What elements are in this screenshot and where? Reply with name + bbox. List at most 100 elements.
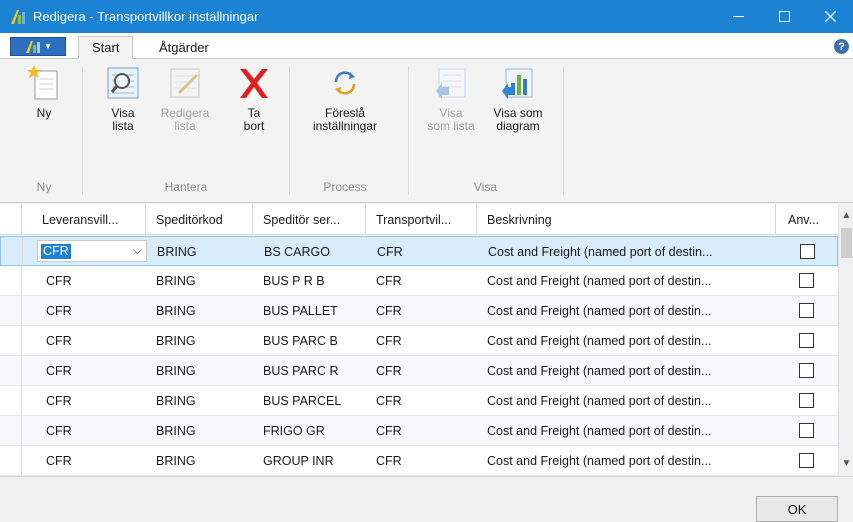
table-row[interactable]: CFR BRING FRIGO GR CFR Cost and Freight (nam…: [0, 416, 838, 446]
table-row[interactable]: CFR BRING BUS P R B CFR Cost and Freight (na…: [0, 266, 838, 296]
cell-transport-terms[interactable]: CFR: [366, 386, 477, 415]
use-checkbox[interactable]: [799, 423, 814, 438]
column-header-delivery-terms[interactable]: Leveransvill...: [22, 204, 146, 235]
close-button[interactable]: [807, 0, 853, 33]
ok-button[interactable]: OK: [756, 496, 838, 522]
cell-delivery-terms[interactable]: CFR: [36, 326, 146, 355]
row-selector[interactable]: [1, 237, 23, 266]
cell-description[interactable]: Cost and Freight (named port of destin..…: [478, 237, 777, 266]
cell-carrier-service[interactable]: BUS PARCEL: [253, 386, 366, 415]
table-row[interactable]: CFR BRING BUS PARCEL CFR Cost and Freight (n…: [0, 386, 838, 416]
column-header-use[interactable]: Anv...: [776, 204, 838, 235]
table-row[interactable]: CFR BRING BUS PARC B CFR Cost and Freight (n…: [0, 326, 838, 356]
use-checkbox[interactable]: [799, 453, 814, 468]
delete-x-icon: [240, 69, 268, 98]
cell-description[interactable]: Cost and Freight (named port of destin..…: [477, 266, 776, 295]
column-header-description[interactable]: Beskrivning: [477, 204, 776, 235]
delivery-terms-dropdown[interactable]: CFR ⌵: [37, 240, 147, 262]
cell-carrier-service[interactable]: BS CARGO: [254, 237, 367, 266]
cell-description[interactable]: Cost and Freight (named port of destin..…: [477, 446, 776, 475]
table-row[interactable]: CFR BRING BUS PARC R CFR Cost and Freight (n…: [0, 356, 838, 386]
row-selector[interactable]: [0, 356, 22, 385]
maximize-button[interactable]: [761, 0, 807, 33]
view-list-button[interactable]: Visa lista: [96, 65, 150, 133]
row-selector[interactable]: [0, 326, 22, 355]
row-selector[interactable]: [0, 416, 22, 445]
cell-transport-terms[interactable]: CFR: [366, 416, 477, 445]
table-row[interactable]: CFR ⌵ BRING BS CARGO CFR Cost and Freight (na…: [0, 236, 838, 266]
cell-delivery-terms[interactable]: CFR: [36, 386, 146, 415]
cell-carrier-service[interactable]: BUS PARC R: [253, 356, 366, 385]
new-button[interactable]: Ny: [22, 65, 66, 120]
group-separator: [563, 67, 564, 195]
cell-carrier-code[interactable]: BRING: [146, 266, 253, 295]
cell-carrier-code[interactable]: BRING: [146, 326, 253, 355]
use-checkbox[interactable]: [799, 363, 814, 378]
application-menu-button[interactable]: ▾: [10, 37, 66, 56]
row-selector-header: [0, 204, 22, 235]
column-header-transport-terms[interactable]: Transportvil...: [366, 204, 477, 235]
show-as-chart-button[interactable]: Visa som diagram: [485, 65, 551, 133]
use-checkbox[interactable]: [799, 303, 814, 318]
tab-start[interactable]: Start: [78, 36, 134, 59]
row-selector[interactable]: [0, 386, 22, 415]
title-bar: Redigera - Transportvillkor inställninga…: [0, 0, 853, 33]
vertical-scrollbar[interactable]: ▲ ▼: [838, 204, 853, 476]
scrollbar-thumb[interactable]: [841, 228, 852, 258]
row-selector[interactable]: [0, 446, 22, 475]
group-label-view: Visa: [473, 180, 498, 194]
cell-carrier-service[interactable]: BUS P R B: [253, 266, 366, 295]
cell-carrier-code[interactable]: BRING: [147, 237, 254, 266]
cell-carrier-code[interactable]: BRING: [146, 416, 253, 445]
scroll-down-icon[interactable]: ▼: [839, 456, 853, 471]
cell-transport-terms[interactable]: CFR: [366, 296, 477, 325]
table-row[interactable]: CFR BRING BUS PALLET CFR Cost and Freight (n…: [0, 296, 838, 326]
cell-transport-terms[interactable]: CFR: [366, 266, 477, 295]
help-icon[interactable]: ?: [834, 39, 849, 54]
cell-delivery-terms[interactable]: CFR: [36, 416, 146, 445]
column-header-carrier-service[interactable]: Speditör ser...: [253, 204, 366, 235]
chevron-down-icon[interactable]: ⌵: [133, 243, 142, 258]
cell-description[interactable]: Cost and Freight (named port of destin..…: [477, 296, 776, 325]
cell-delivery-terms[interactable]: CFR: [36, 296, 146, 325]
column-header-carrier-code[interactable]: Speditörkod: [146, 204, 253, 235]
cell-transport-terms[interactable]: CFR: [367, 237, 478, 266]
cell-carrier-service[interactable]: BUS PARC B: [253, 326, 366, 355]
use-checkbox[interactable]: [800, 244, 815, 259]
row-selector[interactable]: [0, 296, 22, 325]
use-checkbox[interactable]: [799, 273, 814, 288]
scroll-up-icon[interactable]: ▲: [839, 208, 853, 223]
cell-carrier-code[interactable]: BRING: [146, 386, 253, 415]
cell-delivery-terms[interactable]: CFR: [36, 266, 146, 295]
row-selector[interactable]: [0, 266, 22, 295]
delete-button[interactable]: Ta bort: [232, 65, 276, 133]
cell-carrier-service[interactable]: FRIGO GR: [253, 416, 366, 445]
minimize-button[interactable]: [715, 0, 761, 33]
view-list-icon: [107, 67, 139, 99]
cell-transport-terms[interactable]: CFR: [366, 356, 477, 385]
cell-description[interactable]: Cost and Freight (named port of destin..…: [477, 416, 776, 445]
cell-transport-terms[interactable]: CFR: [366, 326, 477, 355]
suggest-settings-button[interactable]: Föreslå inställningar: [296, 65, 394, 133]
app-logo-icon: [11, 9, 25, 24]
cell-carrier-code[interactable]: BRING: [146, 296, 253, 325]
cell-delivery-terms[interactable]: CFR: [36, 446, 146, 475]
cell-description[interactable]: Cost and Freight (named port of destin..…: [477, 356, 776, 385]
show-as-list-button[interactable]: Visa som lista: [420, 65, 482, 133]
use-checkbox[interactable]: [799, 333, 814, 348]
cell-carrier-service[interactable]: GROUP INR: [253, 446, 366, 475]
cell-carrier-code[interactable]: BRING: [146, 446, 253, 475]
tab-actions[interactable]: Åtgärder: [146, 36, 222, 59]
cell-description[interactable]: Cost and Freight (named port of destin..…: [477, 386, 776, 415]
cell-carrier-service[interactable]: BUS PALLET: [253, 296, 366, 325]
cell-delivery-terms[interactable]: CFR: [36, 356, 146, 385]
minimize-icon: [732, 16, 744, 17]
cell-transport-terms[interactable]: CFR: [366, 446, 477, 475]
cell-description[interactable]: Cost and Freight (named port of destin..…: [477, 326, 776, 355]
edit-list-button[interactable]: Redigera lista: [155, 65, 215, 133]
cell-use: [799, 296, 829, 325]
table-row[interactable]: CFR BRING GROUP INR CFR Cost and Freight (na…: [0, 446, 838, 476]
cell-carrier-code[interactable]: BRING: [146, 356, 253, 385]
use-checkbox[interactable]: [799, 393, 814, 408]
cell-use: [799, 356, 829, 385]
